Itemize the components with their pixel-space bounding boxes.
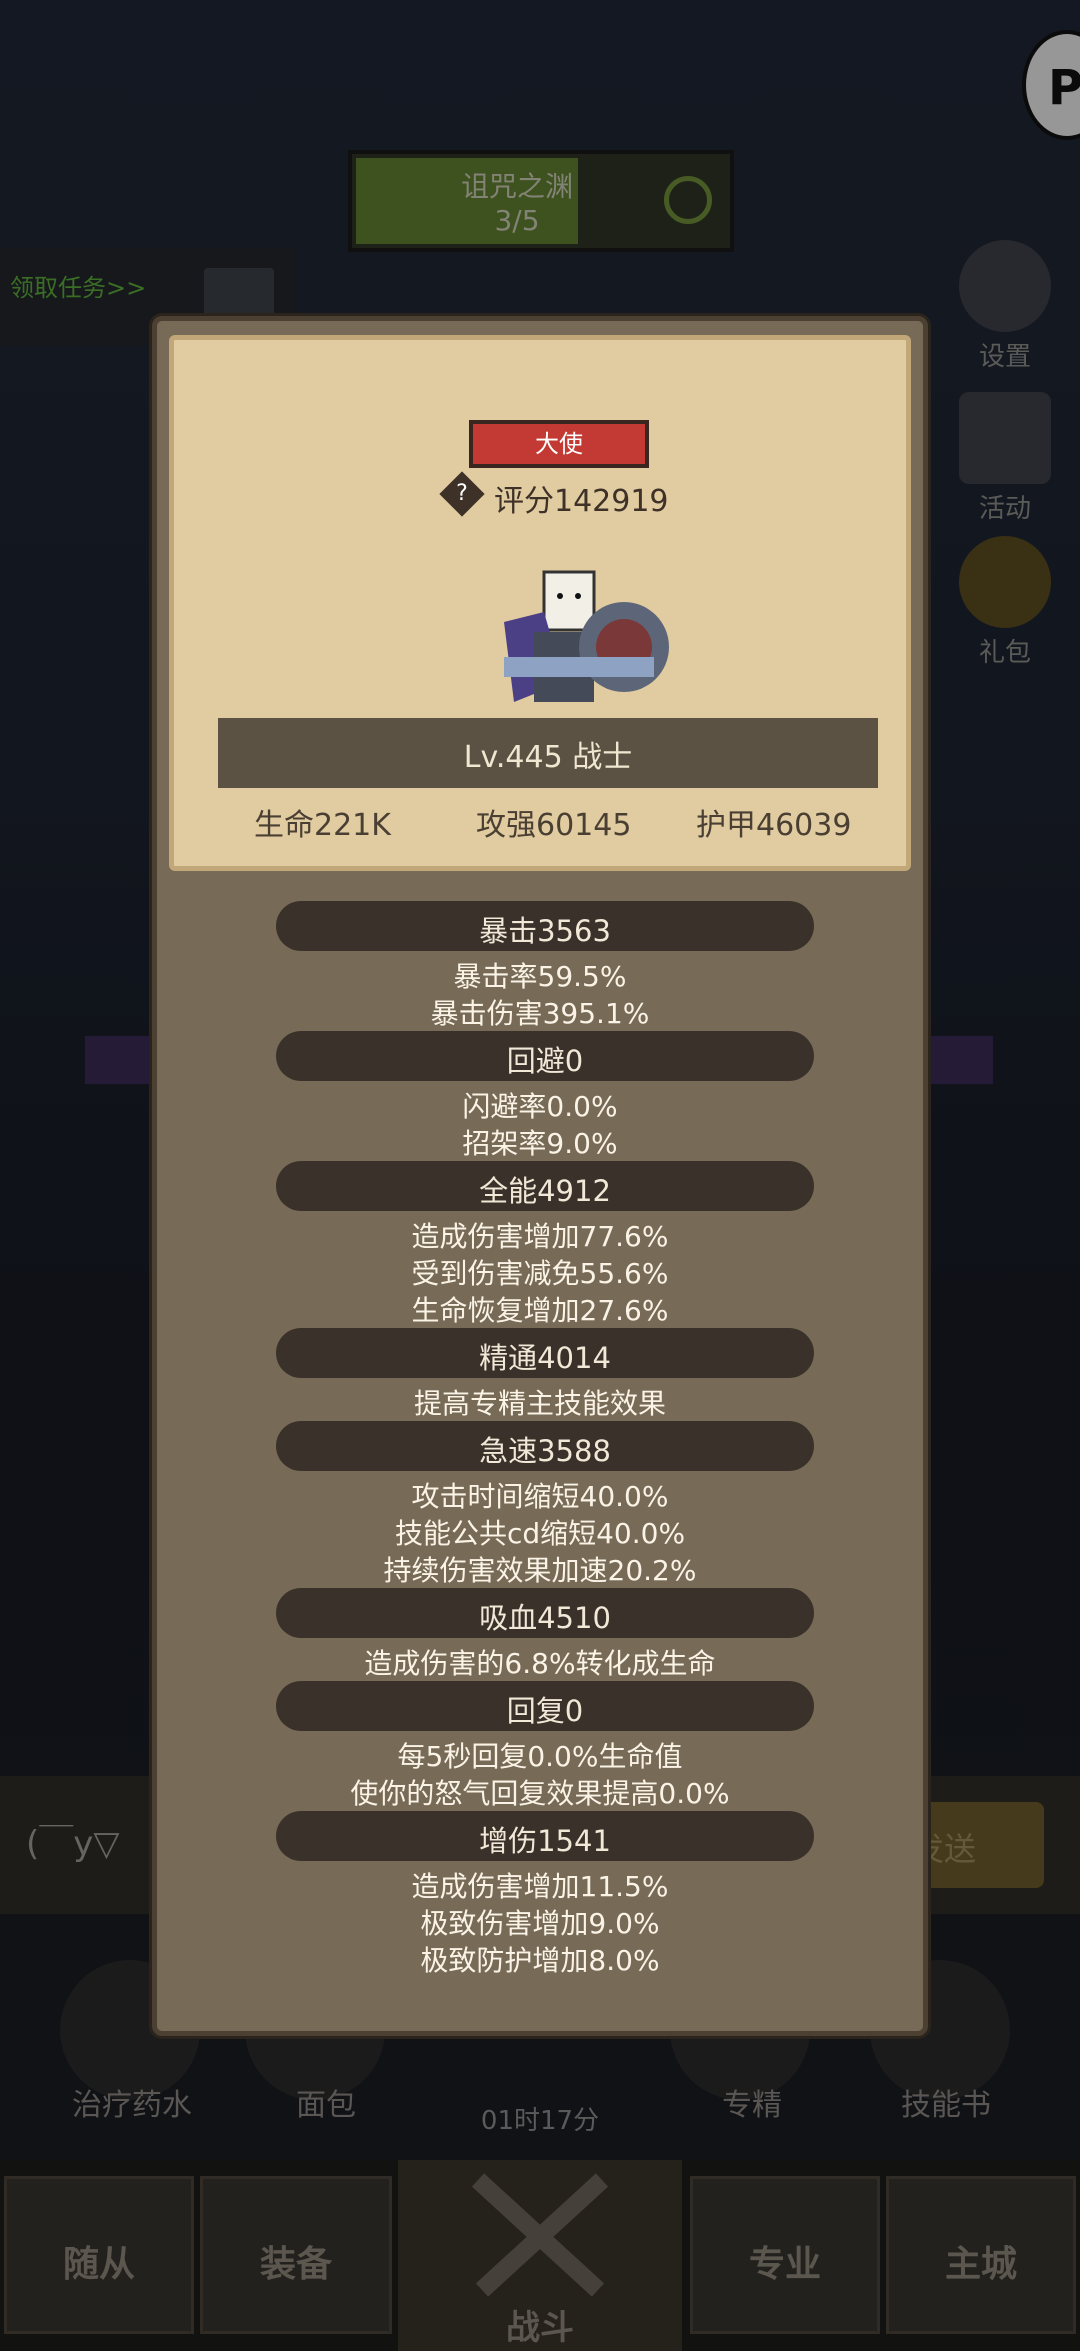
help-icon[interactable]: ? xyxy=(439,471,485,517)
section-header-label: 增伤1541 xyxy=(479,1824,611,1858)
section-header-label: 急速3588 xyxy=(479,1434,611,1468)
section-line: 每5秒回复0.0%生命值 xyxy=(397,1740,683,1773)
section-line: 造成伤害增加77.6% xyxy=(411,1220,669,1253)
section-header-label: 全能4912 xyxy=(479,1174,611,1208)
section-line: 暴击率59.5% xyxy=(453,960,627,993)
section-line: 提高专精主技能效果 xyxy=(413,1387,666,1420)
section-header: 精通4014 xyxy=(276,1328,814,1378)
hp-stat: 生命221K xyxy=(254,808,391,843)
section-line: 招架率9.0% xyxy=(462,1127,618,1160)
section-line: 造成伤害增加11.5% xyxy=(411,1870,669,1903)
section-line: 使你的怒气回复效果提高0.0% xyxy=(350,1777,730,1810)
section-header: 回避0 xyxy=(276,1031,814,1081)
section-header: 增伤1541 xyxy=(276,1811,814,1861)
section-header: 暴击3563 xyxy=(276,901,814,951)
section-line: 技能公共cd缩短40.0% xyxy=(394,1517,686,1550)
section-header-label: 回避0 xyxy=(506,1044,584,1078)
section-line: 闪避率0.0% xyxy=(462,1090,618,1123)
title-badge: 大使 xyxy=(469,420,649,468)
section-header-label: 精通4014 xyxy=(479,1341,611,1375)
section-line: 造成伤害的6.8%转化成生命 xyxy=(364,1647,716,1680)
section-line: 攻击时间缩短40.0% xyxy=(411,1480,669,1513)
section-header: 吸血4510 xyxy=(276,1588,814,1638)
section-header: 急速3588 xyxy=(276,1421,814,1471)
attack-stat: 攻强60145 xyxy=(476,808,632,843)
section-line: 受到伤害减免55.6% xyxy=(411,1257,669,1290)
section-header-label: 回复0 xyxy=(506,1694,584,1728)
section-header-label: 吸血4510 xyxy=(479,1601,611,1635)
section-header: 全能4912 xyxy=(276,1161,814,1211)
armor-stat: 护甲46039 xyxy=(696,808,852,843)
section-line: 极致防护增加8.0% xyxy=(420,1944,660,1977)
section-header: 回复0 xyxy=(276,1681,814,1731)
hero-name-level: Lv.445 战士 xyxy=(463,740,633,775)
section-line: 暴击伤害395.1% xyxy=(430,997,650,1030)
hero-card: 大使 ? 评分142919 Lv.445 战士 生命221K 攻强60145 护… xyxy=(169,335,911,871)
section-line: 极致伤害增加9.0% xyxy=(420,1907,660,1940)
section-line: 生命恢复增加27.6% xyxy=(411,1294,669,1327)
hero-name-bar: Lv.445 战士 xyxy=(218,718,878,788)
section-header-label: 暴击3563 xyxy=(479,914,611,948)
warrior-avatar-icon xyxy=(504,570,669,702)
score-text: 评分142919 xyxy=(494,484,669,519)
section-line: 持续伤害效果加速20.2% xyxy=(383,1554,697,1587)
attribute-panel: 大使 ? 评分142919 Lv.445 战士 生命221K 攻强60145 护… xyxy=(152,316,928,2036)
